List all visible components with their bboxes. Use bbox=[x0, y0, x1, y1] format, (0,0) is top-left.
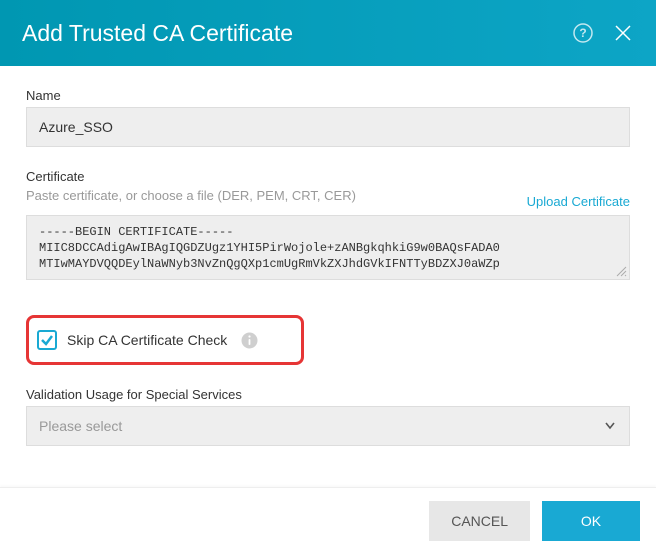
name-field: Name bbox=[26, 88, 630, 147]
certificate-sublabel: Paste certificate, or choose a file (DER… bbox=[26, 188, 356, 203]
modal-footer: CANCEL OK bbox=[0, 487, 656, 553]
svg-text:?: ? bbox=[579, 26, 586, 40]
header-actions: ? bbox=[572, 22, 634, 44]
validation-usage-field: Validation Usage for Special Services Pl… bbox=[26, 387, 630, 446]
select-placeholder: Please select bbox=[39, 418, 122, 434]
modal-header: Add Trusted CA Certificate ? bbox=[0, 0, 656, 66]
validation-usage-select[interactable]: Please select bbox=[26, 406, 630, 446]
skip-ca-check-checkbox[interactable] bbox=[37, 330, 57, 350]
close-icon[interactable] bbox=[612, 22, 634, 44]
validation-usage-label: Validation Usage for Special Services bbox=[26, 387, 630, 402]
name-label: Name bbox=[26, 88, 630, 103]
certificate-field: Certificate Paste certificate, or choose… bbox=[26, 169, 630, 285]
certificate-label: Certificate bbox=[26, 169, 630, 184]
skip-ca-check-row: Skip CA Certificate Check bbox=[37, 330, 258, 350]
add-trusted-ca-modal: Add Trusted CA Certificate ? Name Certif bbox=[0, 0, 656, 553]
upload-certificate-link[interactable]: Upload Certificate bbox=[527, 194, 630, 209]
skip-ca-check-highlight: Skip CA Certificate Check bbox=[26, 315, 304, 365]
cancel-button[interactable]: CANCEL bbox=[429, 501, 530, 541]
modal-body: Name Certificate Paste certificate, or c… bbox=[0, 66, 656, 487]
modal-title: Add Trusted CA Certificate bbox=[22, 20, 293, 47]
ok-button[interactable]: OK bbox=[542, 501, 640, 541]
skip-ca-check-label: Skip CA Certificate Check bbox=[67, 332, 227, 348]
certificate-textarea[interactable] bbox=[26, 215, 630, 280]
name-input[interactable] bbox=[26, 107, 630, 147]
help-icon[interactable]: ? bbox=[572, 22, 594, 44]
chevron-down-icon bbox=[603, 418, 617, 435]
info-icon[interactable] bbox=[241, 332, 258, 349]
